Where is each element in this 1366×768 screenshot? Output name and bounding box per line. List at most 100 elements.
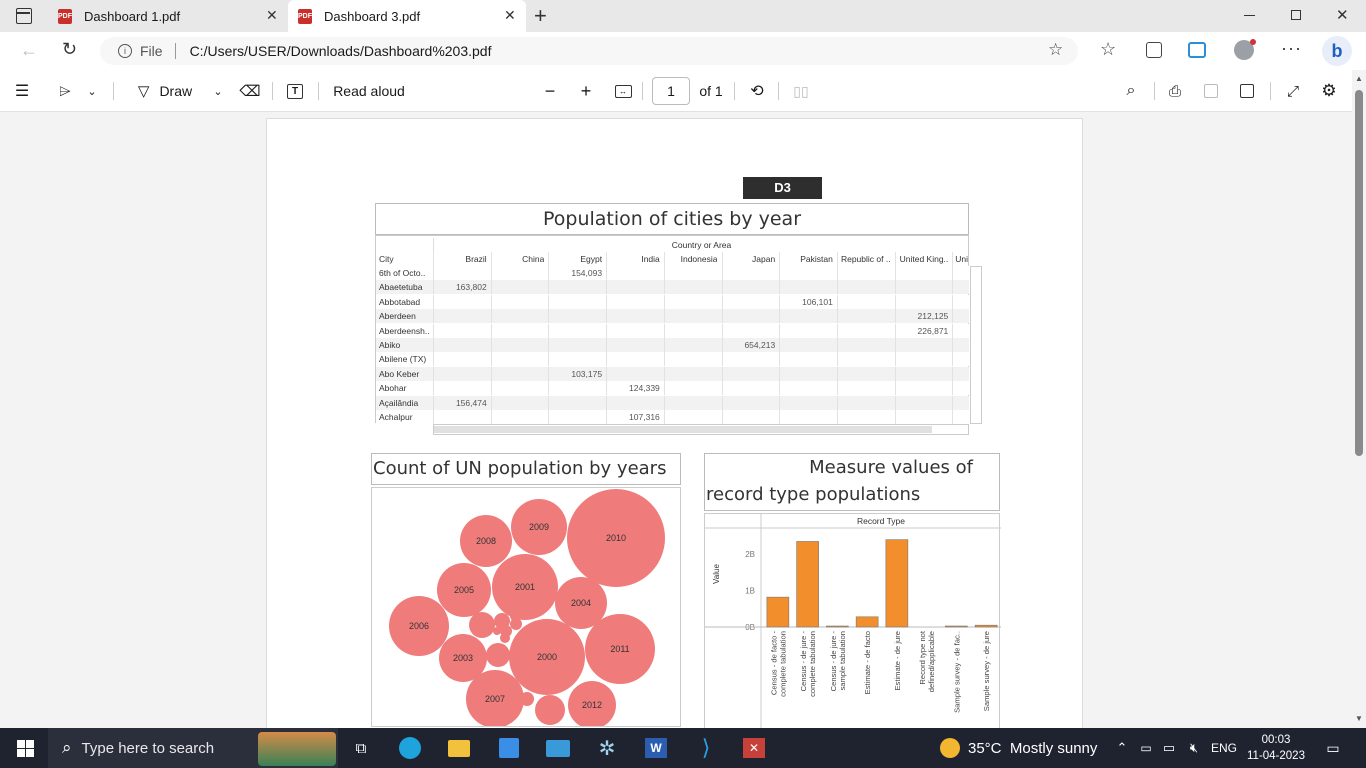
highlight-icon[interactable]: ⌲: [54, 70, 76, 112]
bing-chat-icon[interactable]: b: [1322, 36, 1352, 66]
save-icon[interactable]: [1200, 70, 1222, 112]
contents-icon[interactable]: ☰: [10, 70, 34, 112]
settings-more-icon[interactable]: ···: [1281, 38, 1302, 59]
value-cell: [894, 294, 949, 309]
bubble[interactable]: [493, 627, 501, 635]
network-icon[interactable]: ▭: [1138, 728, 1154, 768]
page-view-icon[interactable]: ▯▯: [790, 70, 812, 112]
snipping-tool-icon[interactable]: ✲: [594, 728, 620, 768]
table-row[interactable]: Abo Keber 103,175: [376, 366, 969, 381]
print-icon[interactable]: ⎙: [1164, 70, 1186, 112]
url-text: C:/Users/USER/Downloads/Dashboard%203.pd…: [189, 43, 492, 59]
table-row[interactable]: 6th of Octo.. 154,093: [376, 266, 969, 280]
table-row[interactable]: Abaetetuba 163,802: [376, 280, 969, 295]
text-box-icon[interactable]: T: [284, 70, 306, 112]
value-cell: 107,316: [606, 410, 660, 424]
table-row[interactable]: Abohar 124,339: [376, 381, 969, 396]
language-indicator[interactable]: ENG: [1208, 728, 1240, 768]
value-cell: [894, 395, 949, 410]
tab-dashboard-1[interactable]: PDF Dashboard 1.pdf ✕: [48, 0, 286, 32]
table-row[interactable]: Abbotabad 106,101: [376, 294, 969, 309]
mail-icon[interactable]: [544, 728, 572, 768]
bubble[interactable]: [535, 695, 565, 725]
vscode-icon[interactable]: ⟩: [692, 728, 720, 768]
table-row[interactable]: Abiko 654,213: [376, 338, 969, 352]
favorites-icon[interactable]: ☆: [1100, 39, 1116, 60]
value-cell: [894, 352, 949, 367]
value-cell: [721, 395, 776, 410]
browser-essentials-icon[interactable]: [1188, 42, 1206, 58]
value-cell: [779, 280, 833, 295]
task-view-icon[interactable]: ⧉: [348, 728, 374, 768]
bubble[interactable]: [469, 612, 495, 638]
bar[interactable]: [945, 625, 968, 628]
bar[interactable]: [855, 616, 879, 628]
chevron-down-icon[interactable]: ⌄: [210, 70, 226, 112]
close-tab-icon[interactable]: ✕: [266, 7, 278, 24]
tab-actions-icon[interactable]: [16, 8, 32, 24]
minimize-button[interactable]: [1244, 15, 1255, 16]
table-row[interactable]: Aberdeensh.. 226,871: [376, 323, 969, 338]
edge-taskbar-icon[interactable]: [396, 728, 424, 768]
file-explorer-icon[interactable]: [446, 728, 472, 768]
zoom-in-icon[interactable]: +: [576, 70, 596, 112]
table-row[interactable]: Abilene (TX): [376, 352, 969, 367]
bar[interactable]: [826, 625, 849, 628]
bar[interactable]: [885, 539, 909, 628]
fullscreen-icon[interactable]: ⤢: [1282, 70, 1304, 112]
bubble[interactable]: [500, 633, 510, 643]
bar[interactable]: [766, 596, 790, 628]
bubble[interactable]: [486, 643, 510, 667]
notifications-icon[interactable]: ▭: [1320, 728, 1346, 768]
table-row[interactable]: Açailândia 156,474: [376, 395, 969, 410]
collections-icon[interactable]: [1146, 42, 1162, 58]
new-tab-button[interactable]: +: [534, 3, 547, 29]
address-bar: ← ↻ i File C:/Users/USER/Downloads/Dashb…: [0, 32, 1366, 70]
chevron-down-icon[interactable]: ⌄: [84, 70, 100, 112]
chevron-up-icon[interactable]: ⌃: [1114, 728, 1130, 768]
back-icon[interactable]: ←: [20, 40, 38, 61]
word-icon[interactable]: W: [642, 728, 670, 768]
column-header: United King..: [894, 252, 948, 266]
table-row[interactable]: Achalpur 107,316: [376, 410, 969, 424]
volume-muted-icon[interactable]: 🔇︎: [1184, 728, 1204, 768]
start-button[interactable]: [10, 728, 40, 768]
rotate-icon[interactable]: ⟲: [746, 70, 768, 112]
value-cell: [433, 309, 487, 324]
value-cell: [779, 338, 833, 352]
url-field[interactable]: i File C:/Users/USER/Downloads/Dashboard…: [100, 37, 1078, 65]
settings-icon[interactable]: ⚙: [1318, 70, 1340, 112]
zoom-out-icon[interactable]: −: [540, 70, 560, 112]
draw-button[interactable]: ▽ Draw: [130, 70, 200, 112]
eraser-icon[interactable]: ⌫: [238, 70, 262, 112]
page-number-input[interactable]: 1: [652, 77, 690, 105]
display-icon[interactable]: ▭: [1160, 728, 1178, 768]
add-favorite-icon[interactable]: ☆: [1048, 40, 1063, 60]
page-scrollbar[interactable]: ▲ ▼: [1352, 70, 1366, 728]
table-hscrollbar[interactable]: [433, 424, 969, 435]
refresh-icon[interactable]: ↻: [62, 39, 77, 60]
fit-width-icon[interactable]: ↔: [612, 70, 634, 112]
table-vscrollbar[interactable]: [970, 266, 982, 424]
close-window-button[interactable]: ✕: [1336, 6, 1349, 24]
store-icon[interactable]: [496, 728, 522, 768]
search-icon[interactable]: ⌕: [1120, 70, 1142, 112]
column-header: India: [606, 252, 660, 266]
restore-button[interactable]: [1291, 10, 1301, 20]
value-cell: 654,213: [721, 338, 775, 352]
read-aloud-button[interactable]: Read aloud: [330, 70, 408, 112]
powerpoint-tool-icon[interactable]: ✕: [740, 728, 768, 768]
weather-widget[interactable]: 35°C Mostly sunny: [940, 728, 1100, 768]
value-cell: [836, 294, 891, 309]
clock[interactable]: 00:03 11-04-2023: [1244, 728, 1308, 768]
close-tab-icon[interactable]: ✕: [504, 7, 516, 24]
value-cell: [663, 352, 718, 367]
tab-label: Dashboard 3.pdf: [324, 8, 421, 24]
table-row[interactable]: Aberdeen 212,125: [376, 309, 969, 324]
tab-dashboard-3[interactable]: PDF Dashboard 3.pdf ✕: [288, 0, 526, 32]
bar[interactable]: [796, 541, 819, 628]
scrollbar-thumb[interactable]: [1355, 90, 1363, 456]
value-cell: [779, 266, 833, 280]
bar[interactable]: [974, 624, 998, 628]
save-as-icon[interactable]: [1236, 70, 1258, 112]
